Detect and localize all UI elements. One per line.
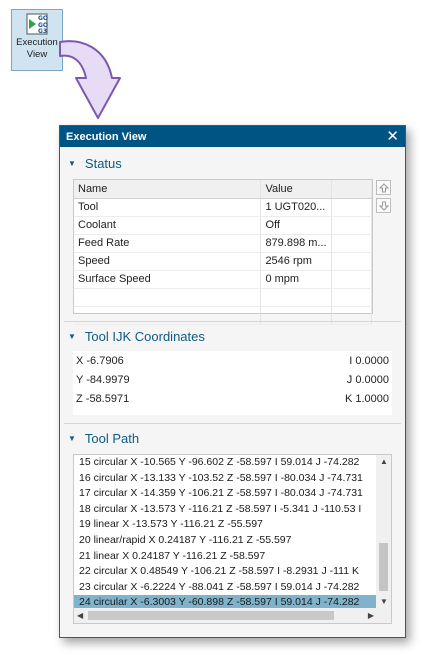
scroll-right-icon[interactable]: ▶	[368, 611, 374, 621]
collapse-caret-icon: ▼	[68, 159, 76, 168]
toolpath-line[interactable]: 19 linear X -13.573 Y -116.21 Z -55.597	[74, 517, 377, 533]
vertical-scroll-thumb[interactable]	[379, 543, 388, 591]
collapse-caret-icon: ▼	[68, 332, 76, 341]
status-value: 2546 rpm	[260, 252, 332, 271]
toolpath-line[interactable]: 24 circular X -6.3003 Y -60.898 Z -58.59…	[74, 595, 377, 609]
toolpath-line[interactable]: 21 linear X 0.24187 Y -116.21 Z -58.597	[74, 549, 377, 565]
vertical-scrollbar[interactable]: ▲ ▼	[376, 455, 391, 609]
status-row[interactable]: Tool 1 UGT020...	[74, 198, 373, 217]
status-extra	[331, 270, 373, 289]
coord-y: Y -84.9979	[76, 373, 130, 386]
status-section-header[interactable]: ▼ Status	[68, 156, 122, 171]
window-title: Execution View	[66, 130, 147, 143]
coord-k: K 1.0000	[344, 392, 389, 405]
coord-j: J 0.0000	[346, 373, 389, 386]
toolpath-lines: 15 circular X -10.565 Y -96.602 Z -58.59…	[74, 455, 377, 609]
status-name: Tool	[74, 198, 262, 217]
status-value: 1 UGT020...	[260, 198, 332, 217]
toolpath-line[interactable]: 22 circular X 0.48549 Y -106.21 Z -58.59…	[74, 564, 377, 580]
ijk-section-header[interactable]: ▼ Tool IJK Coordinates	[68, 329, 205, 344]
launcher-label: Execution View	[16, 37, 58, 61]
status-name: Speed	[74, 252, 262, 271]
coord-i: I 0.0000	[349, 354, 389, 367]
coord-z: Z -58.5971	[76, 392, 130, 405]
coord-row-x: X -6.7906 I 0.0000	[73, 351, 392, 370]
arrow-up-icon	[378, 182, 389, 192]
status-value: Off	[260, 216, 332, 235]
status-extra	[331, 216, 373, 235]
status-row[interactable]: Coolant Off	[74, 216, 373, 235]
scroll-up-icon[interactable]: ▲	[380, 457, 388, 467]
coord-row-y: Y -84.9979 J 0.0000	[73, 370, 392, 389]
status-extra	[331, 288, 373, 307]
coord-x: X -6.7906	[76, 354, 124, 367]
status-name: Feed Rate	[74, 234, 262, 253]
status-header-row: Name Value	[74, 180, 373, 199]
move-up-button[interactable]	[376, 180, 391, 195]
status-extra	[331, 252, 373, 271]
toolpath-line[interactable]: 18 circular X -13.573 Y -116.21 Z -58.59…	[74, 502, 377, 518]
toolpath-list[interactable]: 15 circular X -10.565 Y -96.602 Z -58.59…	[73, 454, 392, 624]
execution-view-window: Execution View ✕ ▼ Status Name Value Too…	[59, 125, 406, 638]
status-row[interactable]: Feed Rate 879.898 m...	[74, 234, 373, 253]
status-row-empty[interactable]	[74, 288, 373, 307]
status-extra	[331, 198, 373, 217]
go-gcode-icon: GO GO G3	[26, 13, 48, 35]
move-down-button[interactable]	[376, 198, 391, 213]
toolpath-line[interactable]: 16 circular X -13.133 Y -103.52 Z -58.59…	[74, 471, 377, 487]
status-value	[260, 288, 332, 307]
column-header-extra[interactable]	[331, 180, 373, 199]
status-grid: Name Value Tool 1 UGT020... Coolant Off	[73, 179, 373, 325]
section-divider	[64, 423, 401, 424]
window-titlebar[interactable]: Execution View ✕	[60, 126, 405, 147]
toolpath-line[interactable]: 20 linear/rapid X 0.24187 Y -116.21 Z -5…	[74, 533, 377, 549]
launcher-label-line2: View	[26, 49, 48, 60]
status-section-title: Status	[84, 156, 122, 171]
toolpath-section-header[interactable]: ▼ Tool Path	[68, 431, 139, 446]
execution-view-launcher[interactable]: GO GO G3 Execution View	[11, 9, 63, 71]
section-divider	[64, 321, 401, 322]
arrow-down-icon	[378, 201, 389, 211]
status-value: 879.898 m...	[260, 234, 332, 253]
status-row[interactable]: Surface Speed 0 mpm	[74, 270, 373, 289]
ijk-section-title: Tool IJK Coordinates	[84, 329, 205, 344]
status-extra	[331, 234, 373, 253]
scroll-left-icon[interactable]: ◀	[77, 611, 83, 621]
launcher-label-line1: Execution	[16, 37, 58, 48]
toolpath-line[interactable]: 23 circular X -6.2224 Y -88.041 Z -58.59…	[74, 580, 377, 596]
status-name	[74, 288, 262, 307]
coord-row-z: Z -58.5971 K 1.0000	[73, 389, 392, 408]
status-name: Coolant	[74, 216, 262, 235]
scroll-corner	[376, 608, 391, 623]
ijk-coordinates-panel: X -6.7906 I 0.0000 Y -84.9979 J 0.0000 Z…	[73, 351, 392, 415]
close-icon[interactable]: ✕	[386, 129, 399, 144]
svg-text:G3: G3	[38, 28, 47, 35]
status-row[interactable]: Speed 2546 rpm	[74, 252, 373, 271]
status-value: 0 mpm	[260, 270, 332, 289]
horizontal-scroll-thumb[interactable]	[88, 611, 334, 620]
status-name: Surface Speed	[74, 270, 262, 289]
scroll-down-icon[interactable]: ▼	[380, 597, 388, 607]
column-header-value[interactable]: Value	[260, 180, 332, 199]
collapse-caret-icon: ▼	[68, 434, 76, 443]
svg-text:GO: GO	[38, 15, 48, 22]
column-header-name[interactable]: Name	[74, 180, 262, 199]
horizontal-scrollbar[interactable]: ◀ ▶	[74, 608, 377, 623]
toolpath-line[interactable]: 15 circular X -10.565 Y -96.602 Z -58.59…	[74, 455, 377, 471]
callout-arrow-icon	[59, 40, 121, 119]
toolpath-section-title: Tool Path	[84, 431, 140, 446]
toolpath-line[interactable]: 17 circular X -14.359 Y -106.21 Z -58.59…	[74, 486, 377, 502]
